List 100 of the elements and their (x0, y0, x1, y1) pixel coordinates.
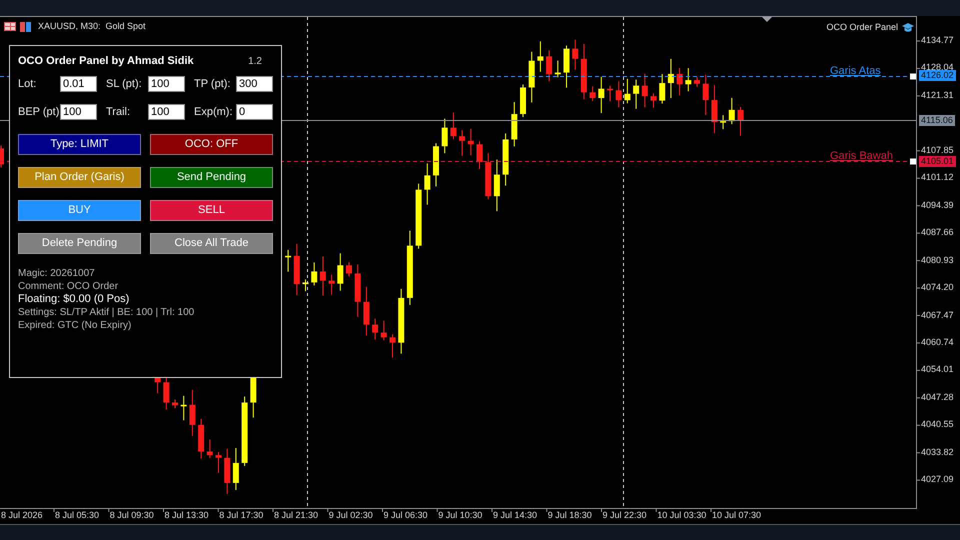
price-tag: 4126.02 (919, 70, 956, 81)
candle (232, 447, 239, 490)
time-label: 9 Jul 02:30 (328, 511, 373, 520)
time-label: 9 Jul 14:30 (493, 511, 538, 520)
line-label: Garis Atas (830, 66, 881, 76)
candle (642, 73, 648, 108)
time-label: 8 Jul 09:30 (110, 511, 154, 520)
price-label: 4080.93 (921, 256, 954, 265)
candle (328, 274, 335, 296)
candle (485, 152, 492, 200)
price-label: 4047.28 (921, 392, 954, 402)
info-text: Settings: SL/TP Aktif | BE: 100 | Trl: 100 (18, 306, 196, 319)
candle (633, 79, 640, 110)
time-label: 10 Jul 07:30 (712, 511, 762, 520)
price-label: 4027.09 (921, 475, 954, 484)
input-field[interactable]: 100 (148, 104, 185, 120)
candle (676, 67, 683, 96)
candle (476, 140, 482, 170)
candle (320, 256, 326, 296)
candle (659, 74, 666, 104)
price-label: 4074.20 (921, 283, 954, 292)
action-button[interactable]: Send Pending (150, 167, 273, 188)
candle (598, 76, 604, 114)
input-field[interactable]: 0 (236, 104, 273, 120)
price-label: 4040.55 (921, 420, 954, 430)
price-label: 4054.01 (921, 365, 954, 374)
field-label: SL (pt): (106, 76, 142, 92)
candle (346, 262, 352, 277)
triangle-marker-icon (762, 17, 772, 22)
indicator-label: OCO Order Panel (826, 21, 898, 34)
candle (728, 97, 735, 125)
input-field[interactable]: 0.01 (60, 76, 97, 92)
price-label: 4107.85 (921, 146, 954, 155)
candle (189, 389, 196, 436)
field-label: Trail: (106, 104, 130, 120)
info-text: Comment: OCO Order (18, 280, 120, 293)
candle (198, 418, 204, 459)
action-button[interactable]: OCO: OFF (150, 134, 273, 155)
price-label: 4067.47 (921, 310, 954, 320)
line-label: Garis Bawah (830, 150, 893, 162)
candle (380, 320, 387, 341)
field-label: Lot: (18, 76, 36, 92)
time-label: 8 Jul 05:30 (55, 511, 100, 520)
price-label: 4033.82 (921, 448, 954, 457)
candle (650, 92, 656, 108)
candle (433, 142, 439, 187)
price-label: 4087.66 (921, 228, 954, 238)
grid-icon[interactable] (4, 22, 16, 32)
time-label: 8 Jul 17:30 (219, 511, 264, 520)
action-button[interactable]: Type: LIMIT (18, 134, 141, 155)
candle (607, 85, 613, 102)
handle-icon[interactable] (910, 158, 916, 164)
candle (354, 264, 361, 318)
version-label: 1.2 (248, 54, 262, 68)
candle (738, 106, 744, 136)
price-label: 4094.39 (921, 200, 954, 210)
action-button[interactable]: SELL (150, 200, 273, 221)
time-label: 9 Jul 10:30 (438, 511, 482, 520)
action-button[interactable]: Delete Pending (18, 233, 141, 254)
candle (172, 399, 178, 409)
price-tag: 4115.06 (919, 115, 955, 126)
time-label: 9 Jul 18:30 (548, 511, 592, 520)
candle (580, 43, 587, 100)
candle (398, 288, 404, 354)
field-label: BEP (pt) (18, 104, 60, 120)
field-label: TP (pt): (194, 76, 230, 92)
candle (442, 118, 448, 154)
candle (363, 286, 370, 336)
candle (450, 112, 456, 140)
input-field[interactable]: 300 (236, 76, 273, 92)
candle (390, 334, 396, 358)
handle-icon[interactable] (910, 74, 916, 80)
candle (528, 51, 535, 103)
candle (502, 132, 509, 186)
candle (702, 74, 709, 116)
action-button[interactable]: Close All Trade (150, 233, 273, 254)
candle (720, 114, 726, 130)
bars-icon[interactable] (20, 22, 32, 32)
candle (180, 395, 187, 421)
time-label: 9 Jul 06:30 (384, 511, 428, 520)
candle (459, 130, 466, 156)
candle (564, 45, 570, 88)
price-label: 4060.74 (921, 338, 954, 347)
candle (685, 68, 692, 92)
candle (416, 183, 422, 250)
candle (546, 50, 552, 82)
candle (311, 262, 318, 286)
panel-title: OCO Order Panel by Ahmad Sidik (18, 54, 194, 69)
info-text: Expired: GTC (No Expiry) (18, 319, 132, 332)
candle (216, 452, 222, 474)
time-label: 8 Jul 2026 (1, 511, 43, 520)
candle (206, 439, 213, 459)
input-field[interactable]: 100 (60, 104, 97, 120)
candle (511, 102, 518, 147)
graduation-cap-icon (902, 22, 914, 33)
candle (302, 278, 308, 292)
input-field[interactable]: 100 (148, 76, 185, 92)
candle (424, 162, 430, 206)
info-text: Magic: 20261007 (18, 267, 96, 280)
candle (554, 60, 561, 78)
